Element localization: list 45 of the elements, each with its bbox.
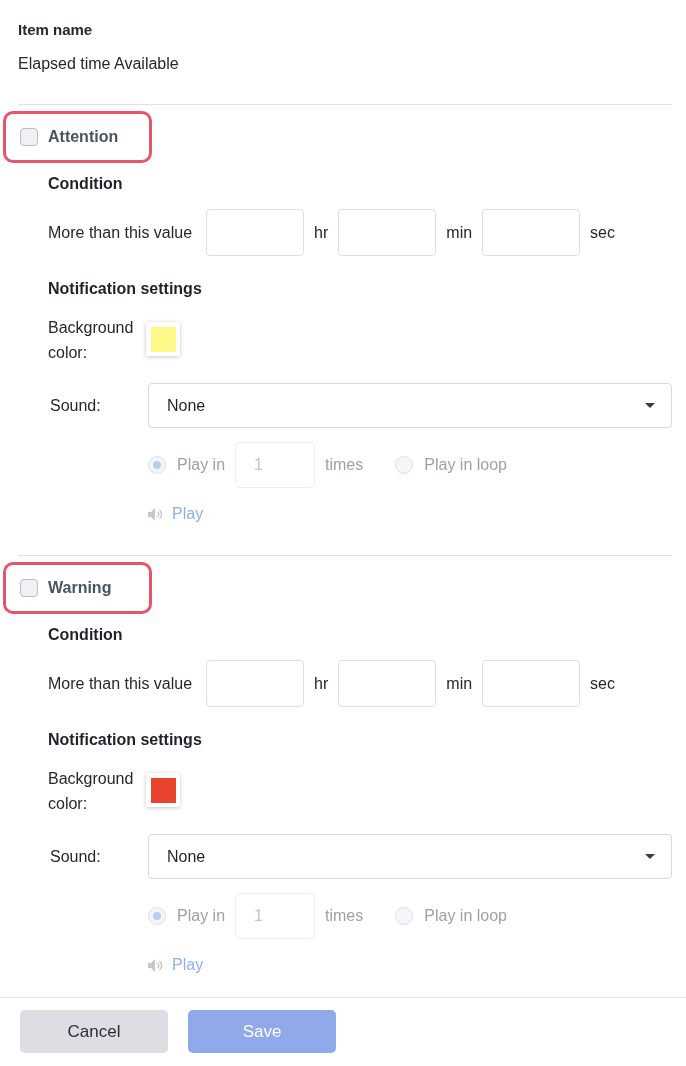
unit-label: min (446, 223, 473, 242)
sound-dropdown[interactable]: None (148, 834, 672, 879)
background-color-label: Background color: (48, 318, 135, 363)
item-name-value: Elapsed time Available (18, 54, 180, 74)
speaker-icon (148, 507, 164, 521)
time-field[interactable] (482, 209, 581, 256)
notification-heading: Notification settings (48, 730, 203, 750)
time-field[interactable] (206, 660, 305, 707)
time-field[interactable] (338, 209, 437, 256)
checkbox-label[interactable]: Warning (48, 579, 112, 597)
radio-button[interactable] (148, 456, 166, 474)
time-field[interactable] (338, 660, 437, 707)
checkbox-label[interactable]: Attention (48, 128, 119, 146)
background-color-label: Background color: (48, 769, 135, 814)
sound-dropdown[interactable]: None (148, 383, 672, 428)
time-field[interactable] (206, 209, 305, 256)
speaker-icon (148, 958, 164, 972)
caret-icon (645, 854, 655, 859)
sound-label: Sound: (49, 396, 102, 416)
radio-label[interactable]: Play in loop (424, 907, 507, 925)
radio-label[interactable]: Play in (177, 456, 226, 474)
unit-label: hr (314, 674, 329, 693)
radio-button[interactable] (395, 907, 414, 925)
condition-heading: Condition (48, 625, 124, 645)
footer-button[interactable]: Cancel (20, 1010, 168, 1053)
radio-label[interactable]: Play in loop (424, 456, 507, 474)
caret-icon (645, 403, 655, 408)
times-label: times (325, 907, 364, 925)
condition-label: More than this value (48, 674, 193, 693)
radio-button[interactable] (148, 907, 166, 925)
unit-label: hr (314, 223, 329, 242)
radio-label[interactable]: Play in (177, 907, 226, 925)
checkbox[interactable] (20, 579, 38, 597)
condition-label: More than this value (48, 223, 193, 242)
unit-label: sec (590, 674, 615, 693)
sound-label: Sound: (49, 847, 102, 867)
notification-heading: Notification settings (48, 279, 203, 299)
item-name-label: Item name (18, 20, 94, 40)
times-label: times (325, 456, 364, 474)
condition-heading: Condition (48, 174, 124, 194)
checkbox[interactable] (20, 128, 38, 146)
time-field[interactable] (482, 660, 581, 707)
unit-label: min (446, 674, 473, 693)
radio-button[interactable] (395, 456, 414, 474)
unit-label: sec (590, 223, 615, 242)
